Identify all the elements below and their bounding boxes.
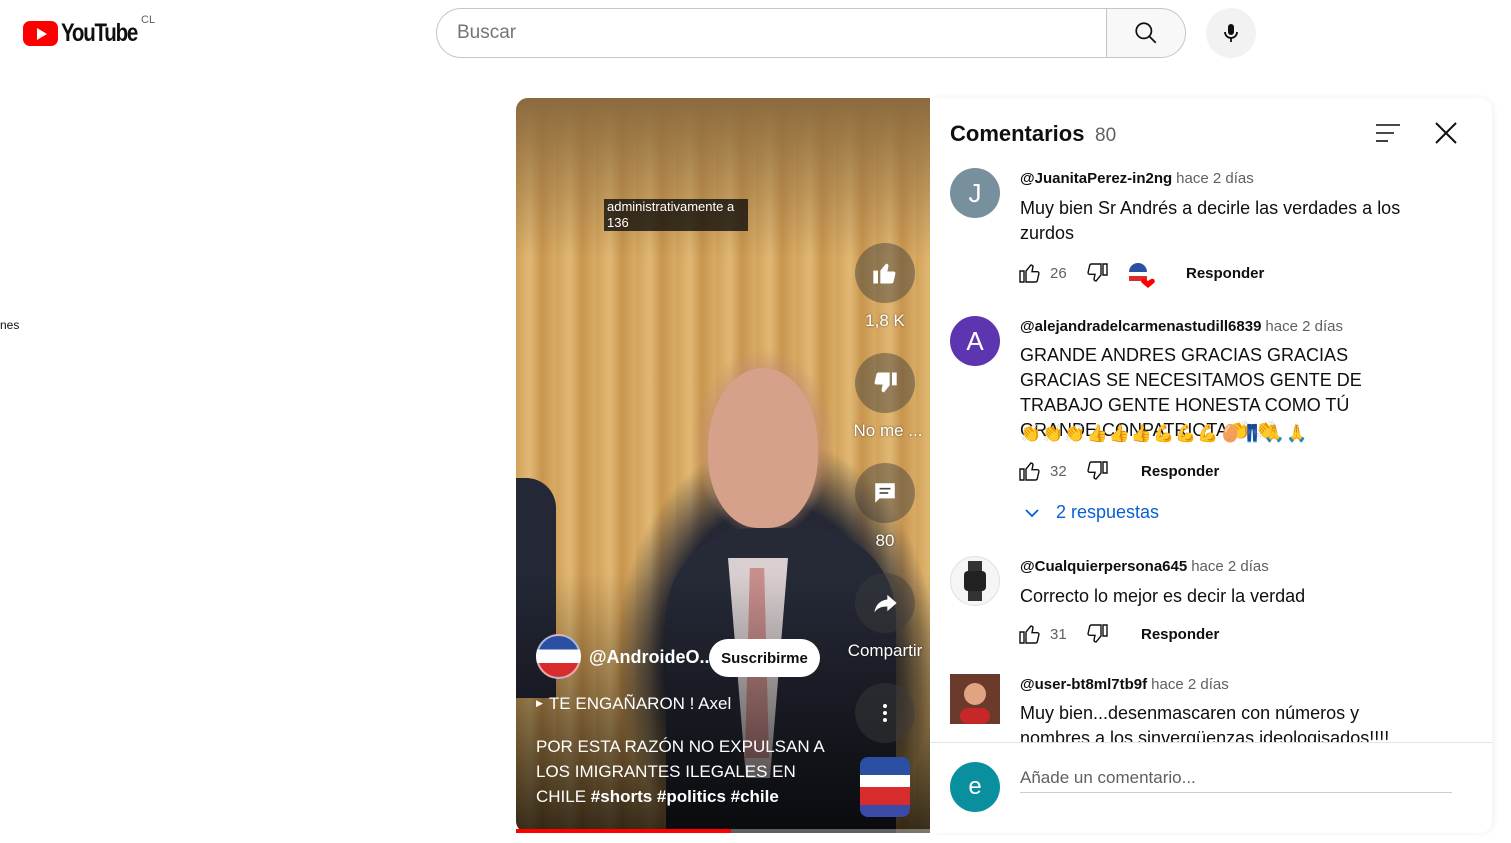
comment-like-count: 32	[1050, 463, 1067, 480]
comment-like-button[interactable]	[1016, 259, 1044, 287]
comment-dislike-button[interactable]	[1083, 620, 1111, 648]
more-vertical-icon	[883, 704, 887, 722]
watch-avatar-icon	[964, 561, 986, 601]
thumbs-up-icon	[1019, 462, 1040, 481]
comment-emojis: 👏👏👏👍👍👍💪💪💪🥚👖🙏🙏	[1020, 424, 1309, 443]
video-likes-count: 1,8 K	[865, 311, 905, 330]
playlist-arrow-icon: ▶	[536, 698, 543, 708]
more-options-button[interactable]	[855, 683, 915, 743]
comments-title: Comentarios	[950, 121, 1085, 146]
video-hashtags[interactable]: #shorts #politics #chile	[591, 787, 779, 806]
video-caption: administrativamente a 136	[604, 199, 748, 231]
close-icon	[1435, 122, 1457, 144]
channel-name[interactable]: @AndroideO...	[589, 647, 715, 668]
share-button[interactable]	[855, 573, 915, 633]
sidebar-partial-label: nes	[0, 318, 20, 332]
country-code: CL	[141, 14, 156, 26]
thumbs-up-icon	[1019, 264, 1040, 283]
comment-icon	[875, 483, 895, 503]
comment-time[interactable]: hace 2 días	[1191, 558, 1269, 575]
search-icon	[1135, 22, 1157, 44]
add-comment-input[interactable]	[1020, 763, 1452, 793]
video-title: POR ESTA RAZÓN NO EXPULSAN A LOS IMIGRAN…	[536, 734, 836, 809]
comment-author[interactable]: @Cualquierpersona645 hace 2 días	[1020, 558, 1269, 575]
comment-author-name[interactable]: @user-bt8ml7tb9f	[1020, 676, 1147, 693]
search-button[interactable]	[1106, 8, 1186, 58]
thumbs-up-icon	[1019, 625, 1040, 644]
comments-button[interactable]	[855, 463, 915, 523]
comment-time[interactable]: hace 2 días	[1265, 318, 1343, 335]
comment-avatar[interactable]	[950, 674, 1000, 724]
search-box[interactable]	[436, 8, 1107, 58]
reply-button[interactable]: Responder	[1141, 626, 1219, 643]
sort-icon	[1376, 124, 1400, 142]
chevron-down-icon	[1025, 508, 1039, 517]
comment-like-count: 26	[1050, 265, 1067, 282]
playlist-link[interactable]: ▶ TE ENGAÑARON ! Axel	[536, 694, 731, 714]
playlist-label: TE ENGAÑARON ! Axel	[548, 694, 732, 713]
sound-thumbnail[interactable]	[860, 757, 910, 817]
dislike-video-button[interactable]	[855, 353, 915, 413]
thumbs-down-icon	[1087, 624, 1108, 643]
sort-comments-button[interactable]	[1373, 118, 1403, 148]
reply-button[interactable]: Responder	[1186, 265, 1264, 282]
like-video-button[interactable]	[855, 243, 915, 303]
comment-author-name[interactable]: @alejandradelcarmenastudill6839	[1020, 318, 1261, 335]
video-person-head	[708, 368, 818, 528]
channel-avatar[interactable]	[536, 634, 581, 679]
comment-time[interactable]: hace 2 días	[1151, 676, 1229, 693]
thumbs-down-icon	[874, 372, 897, 393]
comment-avatar[interactable]: J	[950, 168, 1000, 218]
replies-label: 2 respuestas	[1056, 502, 1160, 522]
logo-text: YouTube	[61, 19, 138, 47]
youtube-logo[interactable]: YouTube	[23, 19, 154, 48]
microphone-icon	[1224, 24, 1238, 42]
progress-fill	[516, 829, 732, 833]
comment-author[interactable]: @user-bt8ml7tb9f hace 2 días	[1020, 676, 1229, 693]
comment-clip-area: @user-bt8ml7tb9f hace 2 días Muy bien...d…	[930, 670, 1492, 742]
comment-author-name[interactable]: @JuanitaPerez-in2ng	[1020, 170, 1172, 187]
dislike-label: No me ...	[853, 421, 923, 440]
reply-button[interactable]: Responder	[1141, 463, 1219, 480]
youtube-play-icon	[23, 21, 58, 46]
search-input[interactable]	[457, 22, 1107, 44]
comment-time[interactable]: hace 2 días	[1176, 170, 1254, 187]
voice-search-button[interactable]	[1206, 8, 1256, 58]
subscribe-button[interactable]: Suscribirme	[709, 639, 820, 677]
view-replies-button[interactable]: 2 respuestas	[1022, 502, 1159, 523]
creator-heart-icon	[1128, 262, 1156, 290]
comment-dislike-button[interactable]	[1083, 259, 1111, 287]
comment-avatar[interactable]: A	[950, 316, 1000, 366]
share-label: Compartir	[847, 641, 923, 660]
thumbs-down-icon	[1087, 461, 1108, 480]
comment-text: Correcto lo mejor es decir la verdad	[1020, 586, 1306, 606]
video-comments-count: 80	[875, 531, 895, 550]
close-comments-button[interactable]	[1431, 118, 1461, 148]
comment-author-name[interactable]: @Cualquierpersona645	[1020, 558, 1187, 575]
comment-like-button[interactable]	[1016, 457, 1044, 485]
comment-author[interactable]: @JuanitaPerez-in2ng hace 2 días	[1020, 170, 1254, 187]
comment-like-button[interactable]	[1016, 620, 1044, 648]
comment-like-count: 31	[1050, 626, 1067, 643]
person-avatar-icon	[950, 674, 1000, 724]
comments-count: 80	[1095, 125, 1117, 146]
comment-text: Muy bien Sr Andrés a decirle las verdade…	[1020, 198, 1401, 243]
comment-author[interactable]: @alejandradelcarmenastudill6839 hace 2 dí…	[1020, 318, 1343, 335]
thumbs-down-icon	[1087, 263, 1108, 282]
my-avatar[interactable]: e	[950, 762, 1000, 812]
share-icon	[874, 594, 897, 613]
comment-dislike-button[interactable]	[1083, 457, 1111, 485]
comment-avatar[interactable]	[950, 556, 1000, 606]
comment-text: Muy bien...desenmascaren con números y n…	[1020, 703, 1390, 742]
thumbs-up-icon	[873, 263, 896, 284]
